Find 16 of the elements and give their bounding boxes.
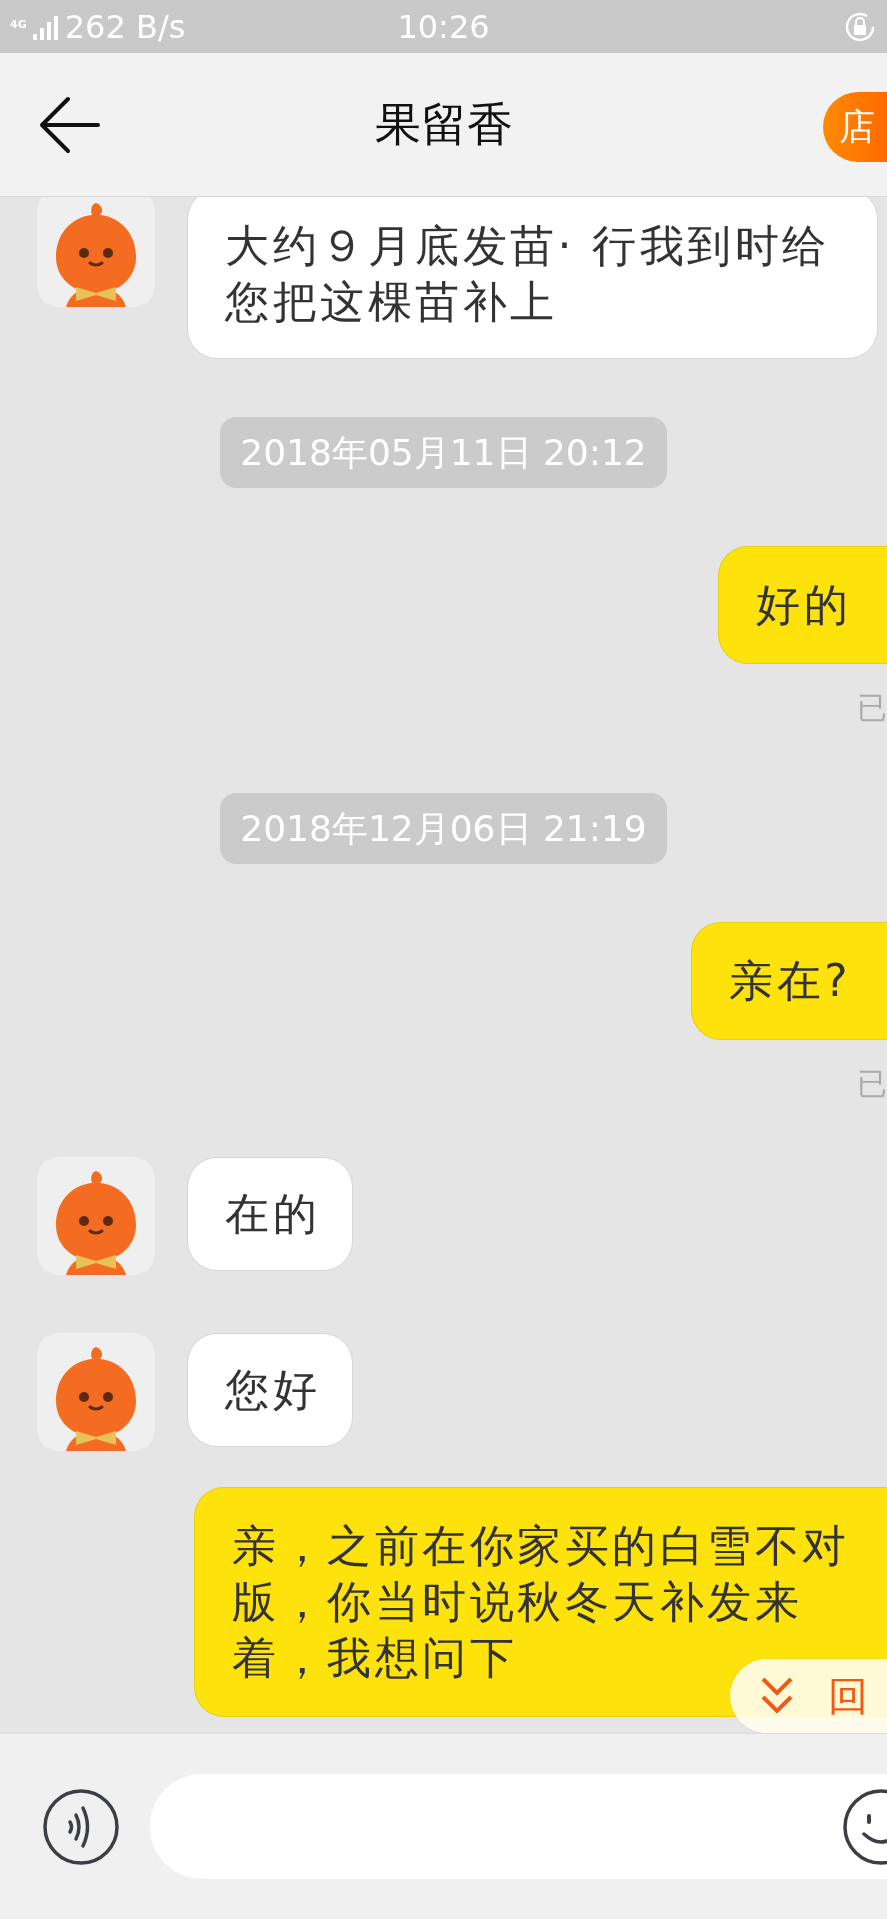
shop-button[interactable]: 店: [823, 92, 887, 162]
avatar[interactable]: [37, 197, 155, 307]
message-bubble: 大约９月底发苗· 行我到时给您把这棵苗补上: [187, 197, 878, 359]
message-bubble: 您好: [187, 1333, 353, 1447]
message-bubble: 亲在?: [691, 922, 887, 1040]
voice-button[interactable]: [42, 1787, 120, 1866]
signal-icon: [32, 13, 59, 40]
message-input[interactable]: [150, 1774, 887, 1879]
chat-title: 果留香: [374, 96, 513, 151]
read-receipt: 已: [857, 1065, 887, 1103]
avatar[interactable]: [37, 1157, 155, 1275]
message-bubble: 在的: [187, 1157, 353, 1271]
read-receipt: 已: [857, 689, 887, 727]
double-chevron-down-icon: [760, 1676, 794, 1716]
avatar[interactable]: [37, 1333, 155, 1451]
message-bubble: 好的: [718, 546, 887, 664]
